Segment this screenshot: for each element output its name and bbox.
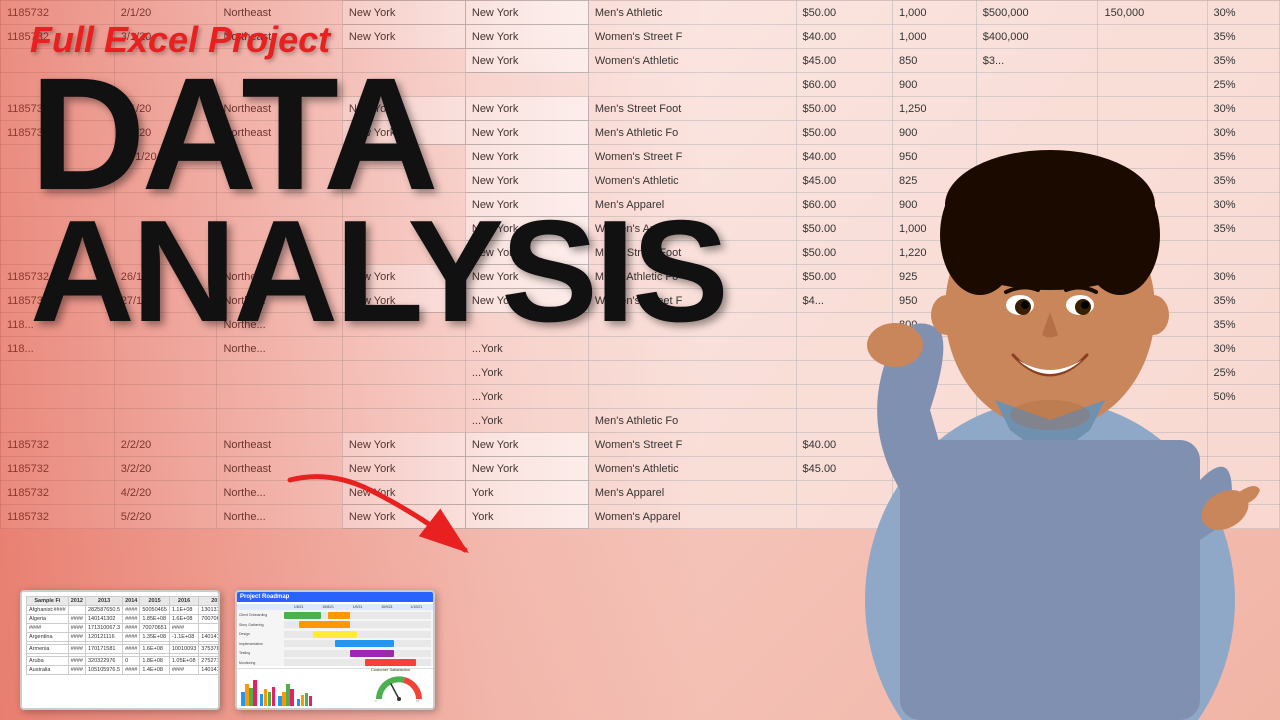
thumb1-cell: 140141302 [199,633,218,642]
thumb1-col-header: 2017 [199,597,218,606]
gantt-row: Client Onboarding [239,611,431,620]
thumb1-cell: 1.4E+08 [140,666,169,675]
chart-bar [264,689,268,706]
thumb1-cell: Australia [27,666,69,675]
thumb1-cell: 70070651 [140,624,169,633]
thumb1-cell: 1.1E+08 [169,606,198,615]
thumb1-cell: #### [68,615,85,624]
thumbnail2-header: Project Roadmap [237,592,433,602]
thumb1-cell: 1.6E+08 [169,615,198,624]
chart-bar [272,687,276,706]
thumbnail1-content: Sample Fi2012201320142015201620172018###… [22,592,218,708]
thumb1-cell [199,624,218,633]
thumb1-cell: #### [169,666,198,675]
thumb1-cell: 50050465 [140,606,169,615]
chart-bar [301,695,305,706]
chart-bar [241,692,245,706]
thumb1-cell: 1.85E+08 [140,615,169,624]
thumb1-col-header: Sample Fi [27,597,69,606]
curved-arrow [270,460,490,580]
thumb1-cell: 1.35E+08 [140,633,169,642]
thumb1-cell: #### [123,645,140,654]
thumbnail-data-table: Sample Fi2012201320142015201620172018###… [20,590,220,710]
thumb1-cell: 282587650.5 [85,606,122,615]
thumb1-cell: #### [68,645,85,654]
arrow-container [270,460,490,580]
chart-bar [297,699,301,706]
chart-bar [268,692,272,706]
svg-text:0: 0 [375,699,377,703]
thumb1-cell: #### [68,624,85,633]
thumb1-cell: Argentina [27,633,69,642]
thumb1-col-header: 2014 [123,597,140,606]
gantt-row: Testing [239,649,431,658]
thumb1-col-header: 2012 [68,597,85,606]
thumb1-cell: 140141302 [199,666,218,675]
thumb1-cell: -1.1E+08 [169,633,198,642]
thumb1-cell: 70070651 [199,615,218,624]
thumb1-cell: 105105976.5 [85,666,122,675]
thumb1-cell: 171310067.3 [85,624,122,633]
chart-bar [249,688,253,706]
person-figure [840,40,1260,720]
chart-bar [309,696,313,706]
chart-bar [260,694,264,706]
main-title-line2: ANALYSIS [30,206,830,337]
thumb1-col-header: 2015 [140,597,169,606]
bottom-thumbnails: Sample Fi2012201320142015201620172018###… [20,590,435,710]
chart-bar [290,689,294,706]
thumb1-cell: #### [68,666,85,675]
thumb1-cell: #### [123,624,140,633]
person-photo [820,0,1280,720]
main-title-line1: DATA [30,62,830,206]
thumb1-cell: #### [123,606,140,615]
thumb1-cell [68,606,85,615]
thumb1-cell: 140141302 [85,615,122,624]
thumb1-cell: 170171581 [85,645,122,654]
thumb1-cell: 120121116 [85,633,122,642]
gantt-chart-area: 1/8/2115/8/211/9/2115/9/211/10/21Client … [237,604,433,666]
thumb1-cell: 130131209 [199,606,218,615]
thumb1-cell: 320322976 [85,657,122,666]
thumb1-cell: 375378487.5 [199,645,218,654]
chart-bar [253,680,257,706]
chart-bar [245,684,249,706]
chart-bar [278,696,282,706]
thumb1-cell: #### [169,624,198,633]
thumb1-cell: 275277557.5 [199,657,218,666]
thumb1-cell: #### [68,633,85,642]
gantt-row: Implementation [239,639,431,648]
thumb1-cell: #### [68,657,85,666]
thumb1-cell: Afghanist:#### [27,606,69,615]
thumb1-cell: #### [123,615,140,624]
svg-text:10: 10 [416,699,420,703]
thumb1-cell: 10010093 [169,645,198,654]
chart-bar [286,684,290,706]
chart-bar [282,692,286,706]
thumb1-cell: 0 [123,657,140,666]
thumb1-cell: 1.05E+08 [169,657,198,666]
thumb1-cell: 1.8E+08 [140,657,169,666]
chart-bar [305,693,309,706]
thumb1-col-header: 2013 [85,597,122,606]
thumb1-cell: #### [123,633,140,642]
thumb1-cell: #### [27,624,69,633]
thumb1-cell: #### [123,666,140,675]
thumb1-cell: Armenia [27,645,69,654]
thumbnail-project-roadmap: Project Roadmap 1/8/2115/8/211/9/2115/9/… [235,590,435,710]
thumb1-col-header: 2016 [169,597,198,606]
svg-text:Customer Satisfaction: Customer Satisfaction [371,667,410,672]
thumb1-cell: Algeria [27,615,69,624]
gantt-row: Design [239,630,431,639]
thumb1-cell: 1.6E+08 [140,645,169,654]
thumb1-cell: Aruba [27,657,69,666]
gantt-row: Story Gathering [239,620,431,629]
